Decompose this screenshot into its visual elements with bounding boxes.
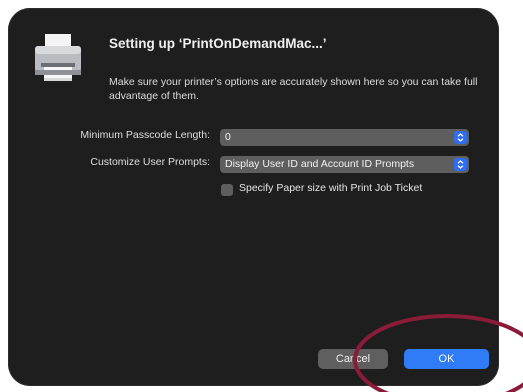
printer-setup-dialog: Setting up ‘PrintOnDemandMac...’ Make su… — [8, 8, 499, 386]
user-prompts-popup[interactable]: Display User ID and Account ID Prompts — [220, 156, 469, 173]
dialog-title: Setting up ‘PrintOnDemandMac...’ — [109, 36, 327, 51]
printer-icon — [35, 34, 81, 81]
popup-arrows-icon — [454, 131, 467, 144]
paper-size-checkbox[interactable] — [221, 184, 233, 196]
user-prompts-label: Customize User Prompts: — [90, 156, 210, 168]
screen: Setting up ‘PrintOnDemandMac...’ Make su… — [0, 0, 523, 392]
dialog-message: Make sure your printer’s options are acc… — [109, 76, 478, 102]
cancel-button[interactable]: Cancel — [318, 349, 388, 369]
passcode-length-value: 0 — [225, 131, 231, 143]
user-prompts-value: Display User ID and Account ID Prompts — [225, 158, 415, 170]
ok-button[interactable]: OK — [404, 349, 489, 369]
paper-size-checkbox-label[interactable]: Specify Paper size with Print Job Ticket — [239, 182, 422, 194]
popup-arrows-icon — [454, 158, 467, 171]
passcode-length-label: Minimum Passcode Length: — [80, 129, 210, 141]
passcode-length-popup[interactable]: 0 — [220, 129, 469, 146]
